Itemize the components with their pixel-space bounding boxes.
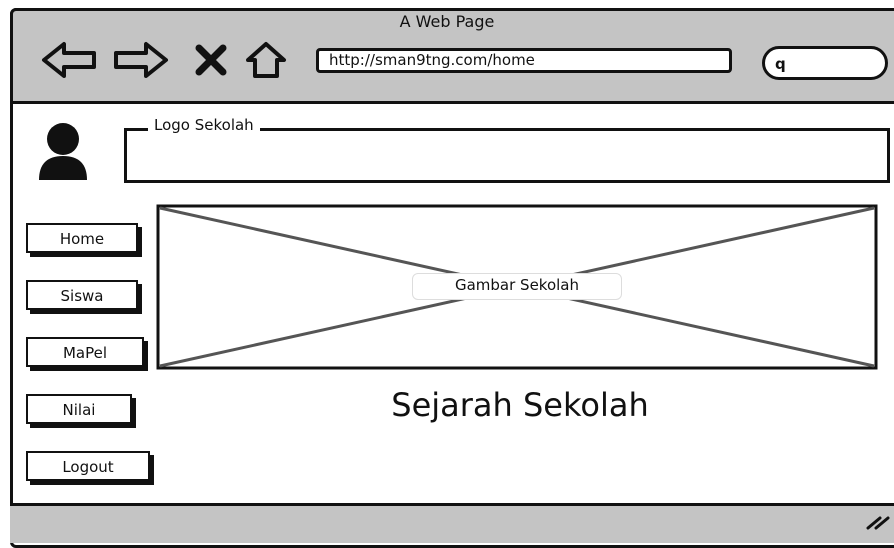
page-heading: Sejarah Sekolah	[391, 386, 649, 424]
sidebar-item-siswa[interactable]: Siswa	[26, 280, 138, 310]
forward-arrow-icon[interactable]	[112, 40, 170, 80]
image-caption: Gambar Sekolah	[412, 273, 622, 300]
window-title: A Web Page	[399, 12, 495, 31]
status-bar	[10, 503, 894, 543]
close-icon[interactable]	[194, 44, 228, 76]
search-icon: q	[775, 55, 786, 73]
logo-fieldset	[124, 128, 890, 183]
home-icon[interactable]	[244, 40, 288, 80]
logo-label: Logo Sekolah	[148, 116, 260, 134]
search-box[interactable]: q	[762, 46, 888, 80]
sidebar-item-nilai[interactable]: Nilai	[26, 394, 132, 424]
address-bar[interactable]: http://sman9tng.com/home	[316, 48, 732, 73]
sidebar-item-mapel[interactable]: MaPel	[26, 337, 144, 367]
resize-grip-icon[interactable]	[862, 510, 890, 530]
back-arrow-icon[interactable]	[40, 40, 98, 80]
sidebar-item-home[interactable]: Home	[26, 223, 138, 253]
user-avatar-icon	[39, 123, 87, 180]
sidebar-item-logout[interactable]: Logout	[26, 451, 150, 481]
